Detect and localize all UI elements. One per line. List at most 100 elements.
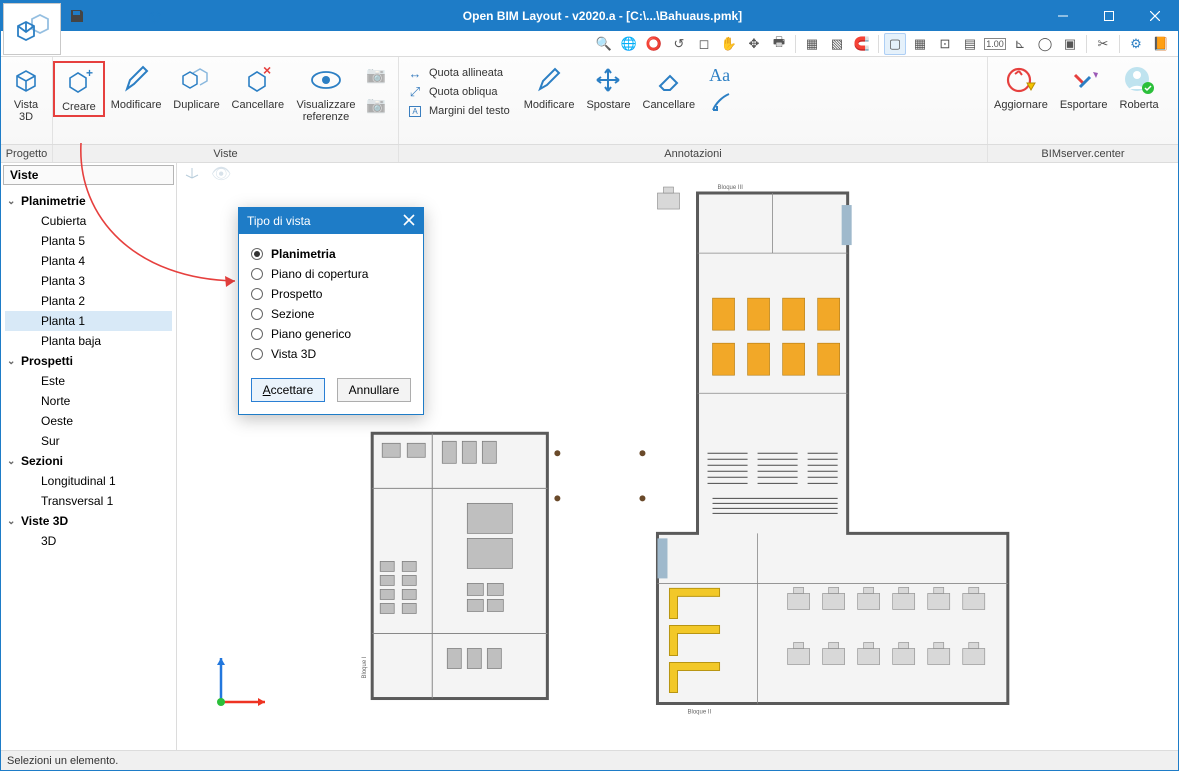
ribbon-ann-spostare-button[interactable]: Spostare (580, 61, 636, 113)
tool-layers2-icon[interactable]: ▧ (826, 33, 848, 55)
window-maximize-button[interactable] (1086, 1, 1132, 31)
tree-item[interactable]: Planta 3 (5, 271, 172, 291)
tree-item[interactable]: Planta 4 (5, 251, 172, 271)
ribbon-creare-button[interactable]: + Creare (53, 61, 105, 117)
svg-text:Bloque I: Bloque I (362, 656, 368, 678)
ribbon-label: Cancellare (643, 99, 696, 111)
tree-item[interactable]: Planta 5 (5, 231, 172, 251)
group-annotazioni: Annotazioni (399, 145, 988, 162)
ribbon-esportare-button[interactable]: Esportare (1054, 61, 1114, 113)
tree-item[interactable]: Norte (5, 391, 172, 411)
pencil-icon (118, 63, 154, 97)
tool-grid-icon[interactable]: ▦ (909, 33, 931, 55)
text-box-icon: A (407, 103, 423, 119)
ribbon-margini-button[interactable]: AMargini del testo (407, 103, 510, 119)
ribbon-modificare-button[interactable]: Modificare (105, 61, 168, 113)
ribbon-cancellare-button[interactable]: × Cancellare (226, 61, 290, 113)
titlebar: Open BIM Layout - v2020.a - [C:\...\Bahu… (1, 1, 1178, 31)
tool-dimension-icon[interactable]: 1.00 (984, 33, 1006, 55)
tree-item[interactable]: Planta 2 (5, 291, 172, 311)
export-link-icon (1066, 63, 1102, 97)
dialog-option[interactable]: Sezione (251, 304, 411, 324)
ribbon-quota-allineata-button[interactable]: ↔Quota allineata (407, 65, 510, 81)
qat-redo-icon[interactable] (119, 6, 139, 26)
tree-item[interactable]: Longitudinal 1 (5, 471, 172, 491)
dialog-close-icon[interactable] (403, 214, 415, 229)
tool-magnet-icon[interactable]: 🧲 (851, 33, 873, 55)
ribbon-user-button[interactable]: Roberta (1114, 61, 1165, 113)
ribbon-visualizzare-button[interactable]: Visualizzare referenze (290, 61, 362, 125)
ribbon-vista3d-button[interactable]: Vista 3D (1, 61, 51, 125)
dialog-tipo-vista: Tipo di vista PlanimetriaPiano di copert… (238, 207, 424, 415)
tool-zoom-prev-icon[interactable]: ↺ (668, 33, 690, 55)
ribbon-duplicare-button[interactable]: Duplicare (167, 61, 225, 113)
tool-zoom-window-icon[interactable]: 🔍 (593, 33, 615, 55)
tool-perp-icon[interactable]: ⊾ (1009, 33, 1031, 55)
tool-print-icon[interactable]: 🖶 (768, 33, 790, 55)
ribbon-aggiornare-button[interactable]: Aggiornare (988, 61, 1054, 113)
tool-layers1-icon[interactable]: ▦ (801, 33, 823, 55)
tool-osnap-icon[interactable]: ▣ (1059, 33, 1081, 55)
tree-item[interactable]: Planta baja (5, 331, 172, 351)
tree-item[interactable]: Transversal 1 (5, 491, 172, 511)
brush-icon[interactable] (709, 88, 735, 119)
svg-text:Bloque II: Bloque II (688, 710, 712, 716)
tool-zoom-ext-icon[interactable]: ◻ (693, 33, 715, 55)
dim-oblique-icon: ⤢ (407, 84, 423, 100)
pencil-icon (531, 63, 567, 97)
tree-group[interactable]: ⌄Viste 3D (5, 511, 172, 531)
tree-group[interactable]: ⌄Prospetti (5, 351, 172, 371)
status-text: Selezioni un elemento. (7, 755, 118, 767)
app-menu-button[interactable] (3, 3, 61, 55)
svg-text:+: + (86, 67, 93, 80)
tool-snap-int-icon[interactable]: ▤ (959, 33, 981, 55)
ribbon-label: Modificare (524, 99, 575, 111)
dialog-title: Tipo di vista (247, 214, 311, 228)
dialog-option[interactable]: Prospetto (251, 284, 411, 304)
sidebar-header: Viste (3, 165, 174, 185)
tool-circle-icon[interactable]: ◯ (1034, 33, 1056, 55)
tree-item[interactable]: Sur (5, 431, 172, 451)
tool-pan-icon[interactable]: ✋ (718, 33, 740, 55)
tool-cut-icon[interactable]: ✂ (1092, 33, 1114, 55)
dialog-option[interactable]: Piano generico (251, 324, 411, 344)
qat-save-icon[interactable] (67, 6, 87, 26)
sidebar: Viste ⌄PlanimetrieCubiertaPlanta 5Planta… (1, 163, 177, 752)
tool-globe-icon[interactable]: 🌐 (618, 33, 640, 55)
camera-icon: 📷 (366, 65, 394, 91)
dialog-option[interactable]: Planimetria (251, 244, 411, 264)
eye-icon (308, 63, 344, 97)
tree-item[interactable]: Oeste (5, 411, 172, 431)
window-close-button[interactable] (1132, 1, 1178, 31)
move-arrows-icon (590, 63, 626, 97)
group-bimserver: BIMserver.center (988, 145, 1178, 162)
tree-group[interactable]: ⌄Sezioni (5, 451, 172, 471)
tree-item[interactable]: Planta 1 (5, 311, 172, 331)
window-minimize-button[interactable] (1040, 1, 1086, 31)
tool-move-icon[interactable]: ✥ (743, 33, 765, 55)
tool-snap-endpoint-icon[interactable]: ▢ (884, 33, 906, 55)
ribbon-quota-obliqua-button[interactable]: ⤢Quota obliqua (407, 84, 510, 100)
ribbon-label: Spostare (586, 99, 630, 111)
qat-undo-icon[interactable] (93, 6, 113, 26)
tool-settings-icon[interactable]: ⚙ (1125, 33, 1147, 55)
tree-item[interactable]: 3D (5, 531, 172, 551)
group-progetto: Progetto (1, 145, 53, 162)
tree-item[interactable]: Este (5, 371, 172, 391)
dialog-option[interactable]: Piano di copertura (251, 264, 411, 284)
dialog-cancel-button[interactable]: Annullare (337, 378, 411, 402)
tree-group[interactable]: ⌄Planimetrie (5, 191, 172, 211)
ribbon-ann-cancellare-button[interactable]: Cancellare (637, 61, 702, 113)
tool-zoom-realtime-icon[interactable]: ⭕ (643, 33, 665, 55)
dialog-option[interactable]: Vista 3D (251, 344, 411, 364)
tree-item[interactable]: Cubierta (5, 211, 172, 231)
tool-snap-mid-icon[interactable]: ⊡ (934, 33, 956, 55)
refresh-warning-icon (1003, 63, 1039, 97)
window-title: Open BIM Layout - v2020.a - [C:\...\Bahu… (165, 9, 1040, 23)
qat-cube-icon[interactable] (145, 6, 165, 26)
dialog-accept-button[interactable]: Accettare (251, 378, 325, 402)
ribbon-label: Vista 3D (14, 99, 38, 123)
tool-reference-icon[interactable]: 📙 (1150, 33, 1172, 55)
text-style-icon[interactable]: Aa (709, 65, 735, 86)
ribbon-ann-modificare-button[interactable]: Modificare (518, 61, 581, 113)
